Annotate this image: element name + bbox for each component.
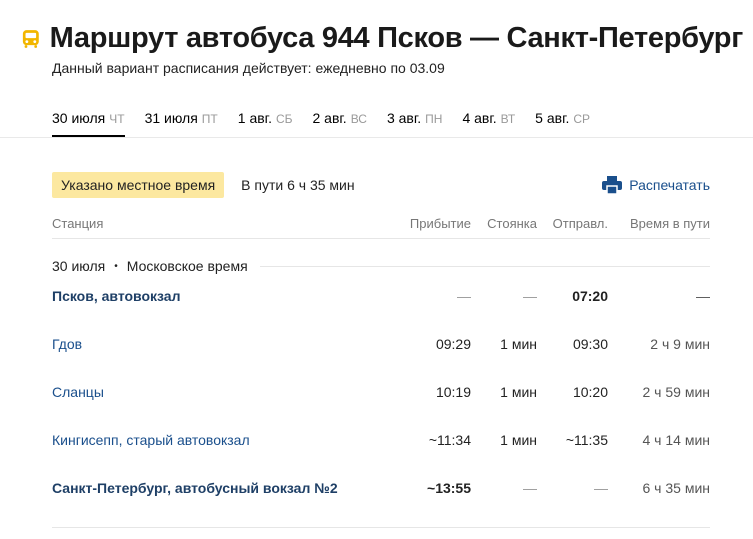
table-row: Кингисепп, старый автовокзал ~11:34 1 ми… xyxy=(52,432,710,452)
date-tab-date: 30 июля xyxy=(52,110,106,126)
date-tab-4-aug[interactable]: 4 авг. ВТ xyxy=(462,110,515,137)
info-row: Указано местное время В пути 6 ч 35 мин … xyxy=(52,172,710,198)
date-tab-dow: СБ xyxy=(275,112,293,126)
page-title: Маршрут автобуса 944 Псков — Санкт-Петер… xyxy=(49,22,744,54)
date-tab-date: 1 авг. xyxy=(237,110,272,126)
header-travel-time: Время в пути xyxy=(630,216,710,231)
local-time-badge: Указано местное время xyxy=(52,172,225,198)
travel-time: 6 ч 35 мин xyxy=(642,480,711,496)
departure-time: 09:30 xyxy=(572,336,608,352)
departure-time: 10:20 xyxy=(572,384,608,400)
schedule-validity: Данный вариант расписания действует: еже… xyxy=(52,60,445,76)
page-header: Маршрут автобуса 944 Псков — Санкт-Петер… xyxy=(22,22,743,76)
timezone-label: Московское время xyxy=(126,258,248,274)
travel-time: — xyxy=(696,288,710,304)
departure-time: — xyxy=(594,480,608,496)
date-tab-date: 4 авг. xyxy=(462,110,497,126)
station-link[interactable]: Псков, автовокзал xyxy=(52,288,180,304)
station-link[interactable]: Сланцы xyxy=(52,384,104,400)
tabs-divider xyxy=(0,137,753,138)
table-row: Санкт-Петербург, автобусный вокзал №2 ~1… xyxy=(52,480,710,500)
departure-time: ~11:35 xyxy=(565,432,608,448)
departure-time: 07:20 xyxy=(572,288,608,304)
arrival-time: ~11:34 xyxy=(428,432,471,448)
day-label: 30 июля xyxy=(52,258,106,274)
header-arrival: Прибытие xyxy=(409,216,471,231)
date-tab-dow: ВС xyxy=(350,112,367,126)
title-row: Маршрут автобуса 944 Псков — Санкт-Петер… xyxy=(22,22,743,55)
bus-icon xyxy=(22,30,39,48)
station-link[interactable]: Кингисепп, старый автовокзал xyxy=(52,432,250,448)
date-tab-dow: ЧТ xyxy=(109,112,125,126)
date-tab-date: 2 авг. xyxy=(312,110,347,126)
printer-icon xyxy=(602,176,623,194)
header-departure: Отправл. xyxy=(552,216,608,231)
arrival-time: 10:19 xyxy=(435,384,471,400)
table-row: Сланцы 10:19 1 мин 10:20 2 ч 59 мин xyxy=(52,384,710,404)
date-tab-2-aug[interactable]: 2 авг. ВС xyxy=(313,110,367,137)
date-tab-dow: ВТ xyxy=(500,112,516,126)
date-tab-dow: ПН xyxy=(425,112,443,126)
date-tab-30-jul[interactable]: 30 июля ЧТ xyxy=(52,110,125,137)
date-tab-date: 3 авг. xyxy=(386,110,422,126)
table-bottom-divider xyxy=(52,527,710,528)
stop-duration: — xyxy=(523,288,537,304)
table-row: Псков, автовокзал — — 07:20 — xyxy=(52,288,710,308)
arrival-time: ~13:55 xyxy=(427,480,471,496)
date-tab-31-jul[interactable]: 31 июля ПТ xyxy=(145,110,218,137)
travel-time: 4 ч 14 мин xyxy=(642,432,711,448)
travel-time: 2 ч 9 мин xyxy=(650,336,710,352)
day-row-divider xyxy=(259,265,710,267)
date-tab-1-aug[interactable]: 1 авг. СБ xyxy=(238,110,293,137)
separator-dot: • xyxy=(114,260,118,272)
date-tab-date: 31 июля xyxy=(144,110,198,126)
total-duration: В пути 6 ч 35 мин xyxy=(241,177,355,193)
arrival-time: 09:29 xyxy=(435,336,471,352)
arrival-time: — xyxy=(457,288,471,304)
date-tabs: 30 июля ЧТ 31 июля ПТ 1 авг. СБ 2 авг. ВС 3 … xyxy=(52,110,610,137)
date-tab-dow: ПТ xyxy=(201,112,218,126)
print-label: Распечатать xyxy=(629,177,710,193)
station-link[interactable]: Санкт-Петербург, автобусный вокзал №2 xyxy=(52,480,338,496)
header-divider xyxy=(52,238,710,239)
stop-duration: 1 мин xyxy=(500,336,537,352)
stop-duration: 1 мин xyxy=(500,384,537,400)
stop-duration: — xyxy=(523,480,537,496)
stop-duration: 1 мин xyxy=(500,432,537,448)
station-link[interactable]: Гдов xyxy=(52,336,82,352)
table-header: Станция Прибытие Стоянка Отправл. Время … xyxy=(52,216,710,236)
day-timezone-row: 30 июля • Московское время xyxy=(52,258,710,274)
date-tab-3-aug[interactable]: 3 авг. ПН xyxy=(387,110,442,137)
date-tab-5-aug[interactable]: 5 авг. СР xyxy=(535,110,590,137)
travel-time: 2 ч 59 мин xyxy=(642,384,711,400)
header-stop: Стоянка xyxy=(487,216,537,231)
date-tab-dow: СР xyxy=(573,112,591,126)
print-button[interactable]: Распечатать xyxy=(602,176,710,194)
header-station: Станция xyxy=(52,216,104,231)
table-row: Гдов 09:29 1 мин 09:30 2 ч 9 мин xyxy=(52,336,710,356)
date-tab-date: 5 авг. xyxy=(535,110,570,126)
